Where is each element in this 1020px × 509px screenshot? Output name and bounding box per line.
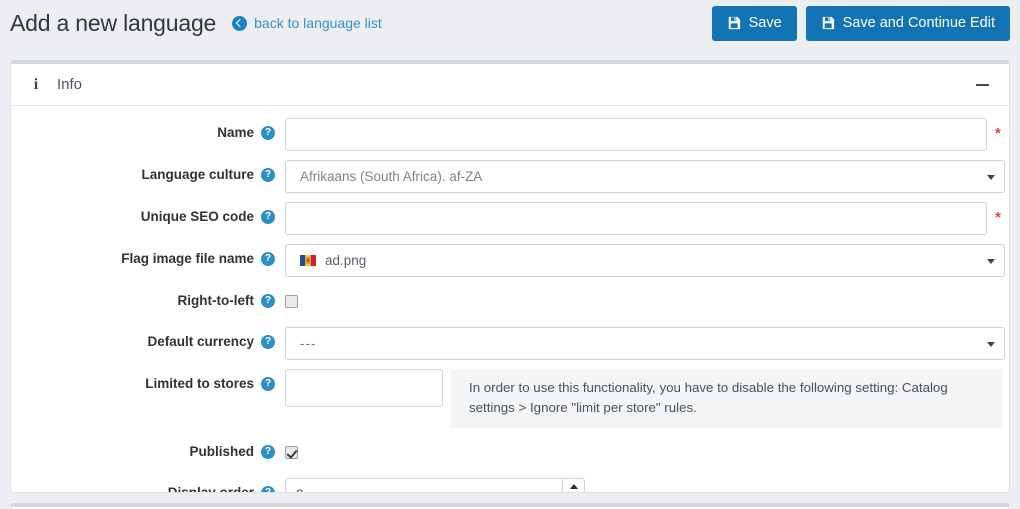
page-title: Add a new language [10, 9, 217, 36]
label-display-order: Display order ? [11, 478, 275, 493]
info-panel: i Info Name ? * Language culture ? Afrik… [10, 60, 1010, 493]
stepper-buttons [562, 479, 584, 492]
default-currency-select[interactable]: --- [285, 327, 1005, 360]
floppy-disk-icon [728, 16, 740, 30]
label-right-to-left: Right-to-left ? [11, 286, 275, 308]
flag-image-select[interactable]: ad.png [285, 244, 1005, 277]
field-limited-to-stores: In order to use this functionality, you … [285, 369, 1003, 428]
label-published-text: Published [189, 444, 254, 459]
save-and-continue-edit-button[interactable]: Save and Continue Edit [805, 5, 1010, 41]
next-panel-top-edge [10, 503, 1010, 509]
collapse-panel-button[interactable] [973, 76, 991, 94]
label-name-text: Name [217, 125, 254, 140]
form-row-seo-code: Unique SEO code ? * [11, 202, 1009, 235]
label-flag-image: Flag image file name ? [11, 244, 275, 266]
save-button[interactable]: Save [711, 5, 797, 41]
field-name: * [285, 118, 1001, 151]
name-input[interactable] [285, 118, 987, 151]
question-mark-icon[interactable]: ? [261, 485, 275, 492]
label-right-to-left-text: Right-to-left [177, 293, 254, 308]
field-flag-image: ad.png [285, 244, 1005, 277]
required-marker: * [995, 209, 1001, 226]
info-form: Name ? * Language culture ? Afrikaans (S… [11, 106, 1009, 493]
field-published [285, 437, 298, 459]
question-mark-icon[interactable]: ? [261, 376, 275, 391]
seo-code-input[interactable] [285, 202, 987, 235]
circle-arrow-left-icon [232, 15, 248, 31]
label-display-order-text: Display order [167, 485, 254, 493]
form-row-flag-image: Flag image file name ? ad.png [11, 244, 1009, 277]
info-icon: i [33, 75, 39, 93]
page-header: Add a new language back to language list… [0, 0, 1020, 46]
header-actions: Save Save and Continue Edit [711, 5, 1010, 41]
chevron-up-icon [569, 484, 578, 489]
back-link-label: back to language list [254, 15, 382, 31]
label-seo-code-text: Unique SEO code [140, 209, 254, 224]
chevron-down-icon [987, 341, 995, 347]
field-display-order [285, 478, 585, 492]
question-mark-icon[interactable]: ? [261, 293, 275, 308]
chevron-down-icon [987, 258, 995, 264]
question-mark-icon[interactable]: ? [261, 209, 275, 224]
floppy-disk-icon [822, 16, 834, 30]
label-language-culture: Language culture ? [11, 160, 275, 182]
label-limited-to-stores-text: Limited to stores [145, 376, 254, 391]
question-mark-icon[interactable]: ? [261, 251, 275, 266]
field-language-culture: Afrikaans (South Africa). af-ZA [285, 160, 1005, 193]
flag-image-value: ad.png [325, 253, 367, 268]
field-default-currency: --- [285, 327, 1005, 360]
field-seo-code: * [285, 202, 1001, 235]
limited-to-stores-multiselect[interactable] [285, 369, 443, 407]
form-row-limited-to-stores: Limited to stores ? In order to use this… [11, 369, 1009, 428]
question-mark-icon[interactable]: ? [261, 125, 275, 140]
display-order-input[interactable] [286, 479, 562, 492]
info-panel-title: Info [57, 76, 83, 93]
published-checkbox[interactable] [285, 446, 298, 459]
question-mark-icon[interactable]: ? [261, 167, 275, 182]
label-published: Published ? [11, 437, 275, 459]
save-and-continue-label: Save and Continue Edit [842, 15, 995, 31]
label-language-culture-text: Language culture [141, 167, 254, 182]
form-row-published: Published ? [11, 437, 1009, 469]
language-culture-select[interactable]: Afrikaans (South Africa). af-ZA [285, 160, 1005, 193]
label-default-currency-text: Default currency [147, 334, 254, 349]
label-limited-to-stores: Limited to stores ? [11, 369, 275, 391]
chevron-down-icon [987, 174, 995, 180]
label-default-currency: Default currency ? [11, 327, 275, 349]
back-to-language-list-link[interactable]: back to language list [232, 15, 382, 31]
label-seo-code: Unique SEO code ? [11, 202, 275, 224]
limited-to-stores-note: In order to use this functionality, you … [451, 369, 1003, 428]
display-order-stepper[interactable] [285, 478, 585, 492]
required-marker: * [995, 125, 1001, 142]
andorra-flag-icon [300, 255, 316, 266]
form-row-default-currency: Default currency ? --- [11, 327, 1009, 360]
field-right-to-left [285, 286, 298, 308]
minus-icon [975, 83, 989, 86]
language-culture-value: Afrikaans (South Africa). af-ZA [300, 169, 483, 184]
form-row-display-order: Display order ? [11, 478, 1009, 493]
default-currency-value: --- [300, 336, 317, 351]
label-flag-image-text: Flag image file name [121, 251, 254, 266]
form-row-name: Name ? * [11, 118, 1009, 151]
right-to-left-checkbox[interactable] [285, 295, 298, 308]
stepper-increment-button[interactable] [563, 479, 584, 492]
save-button-label: Save [748, 15, 782, 31]
label-name: Name ? [11, 118, 275, 140]
info-panel-header: i Info [11, 64, 1009, 106]
form-row-language-culture: Language culture ? Afrikaans (South Afri… [11, 160, 1009, 193]
question-mark-icon[interactable]: ? [261, 334, 275, 349]
form-row-right-to-left: Right-to-left ? [11, 286, 1009, 318]
question-mark-icon[interactable]: ? [261, 444, 275, 459]
